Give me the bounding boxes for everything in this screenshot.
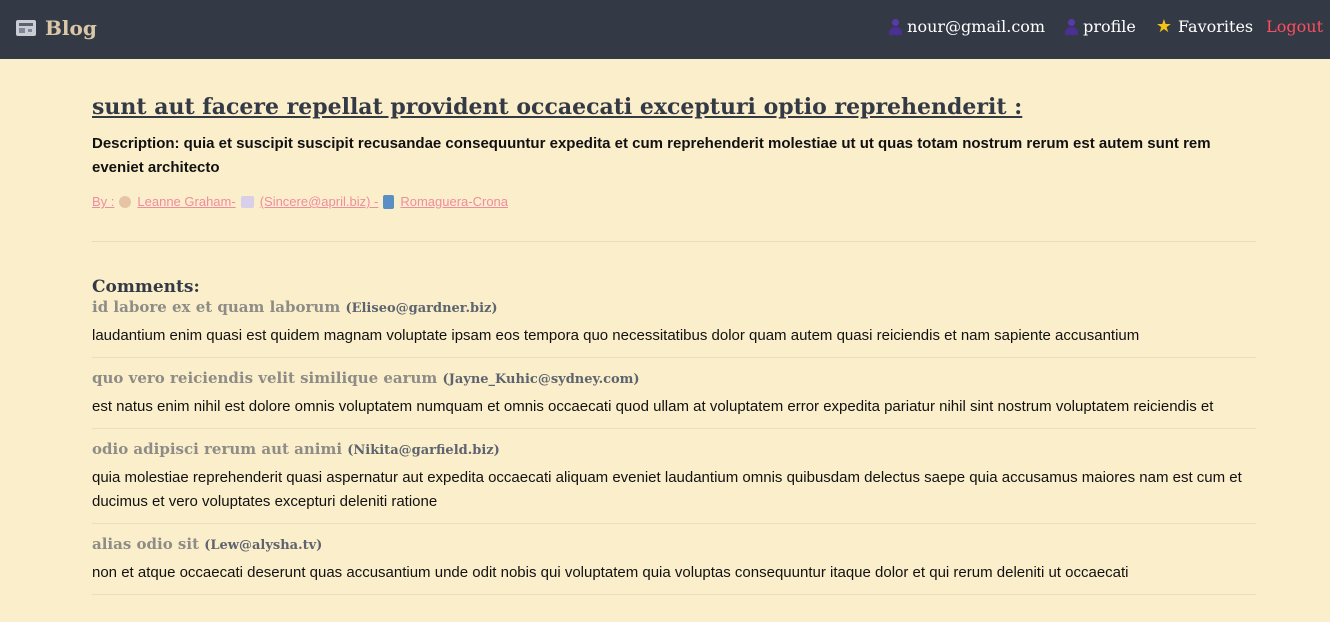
byline-author: Leanne Graham-: [137, 194, 236, 209]
newspaper-icon: [16, 20, 36, 36]
favorites-link[interactable]: ★ Favorites: [1156, 17, 1253, 36]
comment-header: alias odio sit (Lew@alysha.tv): [92, 534, 1256, 556]
comment-body: est natus enim nihil est dolore omnis vo…: [92, 398, 1214, 415]
post-byline[interactable]: By : Leanne Graham- (Sincere@april.biz) …: [92, 194, 1256, 209]
comment-header: quo vero reiciendis velit similique earu…: [92, 368, 1256, 390]
byline-company: Romaguera-Crona: [400, 194, 509, 209]
post-content: sunt aut facere repellat provident occae…: [92, 59, 1256, 595]
profile-label: profile: [1083, 17, 1136, 36]
user-email-link[interactable]: nour@gmail.com: [889, 17, 1045, 36]
comment-email: (Nikita@garfield.biz): [347, 443, 500, 458]
post-description: Description: quia et suscipit suscipit r…: [92, 135, 1211, 176]
envelope-icon: [240, 195, 254, 208]
comment-body: quia molestiae reprehenderit quasi asper…: [92, 469, 1242, 510]
person-icon: [119, 195, 132, 208]
section-divider: [92, 241, 1256, 242]
brand-label: Blog: [45, 16, 97, 40]
comment-name: alias odio sit: [92, 535, 199, 553]
profile-link[interactable]: profile: [1065, 17, 1136, 36]
comment-email: (Eliseo@gardner.biz): [345, 301, 498, 316]
comment-name: odio adipisci rerum aut animi: [92, 440, 343, 458]
comment-body: laudantium enim quasi est quidem magnam …: [92, 327, 1140, 344]
comment-item: odio adipisci rerum aut animi (Nikita@ga…: [92, 439, 1256, 524]
favorites-label: Favorites: [1178, 17, 1254, 36]
comment-item: id labore ex et quam laborum (Eliseo@gar…: [92, 297, 1256, 358]
top-navbar: Blog nour@gmail.com profile ★ Favorites …: [0, 0, 1330, 59]
post-title[interactable]: sunt aut facere repellat provident occae…: [92, 92, 1256, 122]
byline-email: (Sincere@april.biz) -: [259, 194, 379, 209]
comments-heading: Comments:: [92, 277, 200, 297]
comment-header: odio adipisci rerum aut animi (Nikita@ga…: [92, 439, 1256, 461]
star-icon: ★: [1155, 15, 1173, 37]
comment-item: quo vero reiciendis velit similique earu…: [92, 368, 1256, 429]
comment-body: non et atque occaecati deserunt quas acc…: [92, 564, 1129, 581]
building-icon: [383, 194, 395, 209]
byline-prefix: By :: [92, 194, 115, 209]
logout-label: Logout: [1266, 17, 1323, 36]
nav-right-group: nour@gmail.com profile ★ Favorites Logou…: [869, 17, 1323, 36]
brand-link[interactable]: Blog: [16, 16, 97, 40]
comment-item: alias odio sit (Lew@alysha.tv) non et at…: [92, 534, 1256, 595]
comment-email: (Jayne_Kuhic@sydney.com): [442, 372, 640, 387]
user-icon: [889, 18, 903, 35]
logout-link[interactable]: Logout: [1266, 17, 1323, 36]
comment-name: quo vero reiciendis velit similique earu…: [92, 369, 438, 387]
comment-name: id labore ex et quam laborum: [92, 298, 341, 316]
comment-email: (Lew@alysha.tv): [204, 538, 323, 553]
comment-header: id labore ex et quam laborum (Eliseo@gar…: [92, 297, 1256, 319]
profile-user-icon: [1065, 18, 1079, 35]
user-email-label: nour@gmail.com: [907, 17, 1046, 36]
